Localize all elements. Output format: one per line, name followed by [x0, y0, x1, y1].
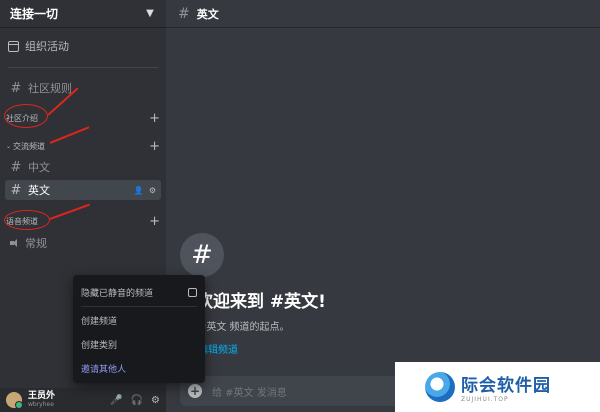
channel-label: 英文	[28, 184, 50, 197]
hash-icon: #	[180, 233, 224, 277]
headphones-icon[interactable]: 🎧	[131, 395, 143, 406]
menu-divider	[81, 306, 197, 307]
user-panel: 王员外 wbryhee 🎤 🎧 ⚙	[0, 388, 166, 412]
welcome-title: 欢迎来到 #英文!	[196, 292, 326, 312]
voice-channel-general[interactable]: 常规	[10, 235, 47, 251]
chevron-down-icon[interactable]: ▼	[144, 8, 156, 20]
menu-item-create-channel[interactable]: 创建频道	[81, 312, 197, 328]
user-tag: wbryhee	[28, 401, 54, 408]
add-attachment-icon[interactable]: +	[188, 384, 202, 398]
menu-item-create-category[interactable]: 创建类别	[81, 336, 197, 352]
channel-label: 中文	[28, 161, 50, 174]
checkbox-icon[interactable]	[188, 287, 197, 297]
invite-icon[interactable]: 👤	[134, 186, 144, 195]
category-chat[interactable]: ⌄ 交流频道 +	[6, 139, 160, 153]
context-menu: 隐藏已静音的频道 创建频道 创建类别 邀请其他人	[73, 275, 205, 383]
hash-icon: #	[178, 5, 190, 22]
channel-english[interactable]: # 英文 👤 ⚙	[5, 180, 161, 200]
chevron-down-icon: ⌄	[6, 142, 12, 150]
channel-rules[interactable]: # 社区规则	[8, 78, 160, 98]
speaker-icon	[10, 238, 20, 248]
voice-channel-label: 常规	[25, 237, 47, 250]
server-header[interactable]: 连接一切 ▼	[0, 0, 166, 28]
username: 王员外	[28, 391, 56, 401]
events-item[interactable]: 组织活动	[8, 38, 69, 54]
watermark-subtext: ZUJIHUI.TOP	[461, 396, 509, 403]
message-placeholder: 给 #英文 发消息	[212, 387, 287, 399]
watermark-text: 际会软件园	[461, 376, 551, 396]
hash-icon: #	[10, 159, 22, 175]
watermark: 际会软件园 ZUJIHUI.TOP	[395, 362, 600, 412]
add-channel-icon[interactable]: +	[149, 112, 160, 125]
server-name: 连接一切	[10, 7, 59, 21]
category-label: 交流频道	[13, 141, 46, 151]
add-channel-icon[interactable]: +	[149, 140, 160, 153]
add-channel-icon[interactable]: +	[149, 215, 160, 228]
watermark-logo-icon	[425, 372, 455, 402]
message-input[interactable]: + 给 #英文 发消息	[180, 376, 420, 406]
channel-chinese[interactable]: # 中文	[8, 157, 160, 177]
avatar[interactable]	[6, 392, 23, 409]
channel-label: 社区规则	[28, 82, 72, 95]
channel-title: 英文	[196, 7, 219, 21]
mic-muted-icon[interactable]: 🎤	[110, 395, 122, 406]
events-label: 组织活动	[25, 40, 69, 53]
annotation-circle	[4, 104, 48, 128]
hash-icon: #	[10, 80, 22, 96]
annotation-circle	[4, 210, 50, 230]
calendar-icon	[8, 40, 19, 52]
hash-icon: #	[10, 182, 22, 198]
gear-icon[interactable]: ⚙	[149, 186, 156, 195]
sidebar-divider	[8, 67, 158, 68]
channel-header: # 英文	[166, 0, 600, 28]
menu-item-hide-muted[interactable]: 隐藏已静音的频道	[81, 281, 197, 303]
gear-icon[interactable]: ⚙	[151, 395, 160, 406]
menu-item-invite[interactable]: 邀请其他人	[81, 360, 197, 376]
welcome-subtitle: #英文 频道的起点。	[198, 322, 290, 333]
